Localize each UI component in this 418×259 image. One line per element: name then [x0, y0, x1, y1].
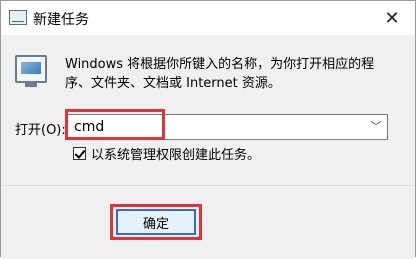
- close-icon: ✕: [384, 7, 400, 29]
- ok-button[interactable]: 确定: [116, 209, 196, 235]
- open-input-value[interactable]: cmd: [74, 119, 104, 135]
- chevron-down-icon[interactable]: ﹀: [369, 119, 383, 133]
- admin-checkbox[interactable]: [73, 147, 86, 160]
- dialog-footer: [1, 185, 415, 259]
- task-manager-icon: [9, 10, 27, 25]
- description-text: Windows 将根据你所键入的名称，为你打开相应的程序、文件夹、文档或 Int…: [65, 57, 375, 91]
- open-combobox[interactable]: cmd ﹀: [67, 114, 388, 140]
- run-dialog: 新建任务 ✕ Windows 将根据你所键入的名称，为你打开相应的程序、文件夹、…: [0, 0, 416, 259]
- title-bar: 新建任务 ✕: [1, 1, 415, 35]
- admin-checkbox-label: 以系统管理权限创建此任务。: [91, 148, 261, 163]
- run-program-icon: [15, 55, 47, 87]
- open-label: 打开(O):: [15, 123, 66, 138]
- ok-button-label: 确定: [142, 216, 169, 232]
- window-title: 新建任务: [33, 12, 89, 28]
- admin-checkbox-row[interactable]: 以系统管理权限创建此任务。: [73, 144, 260, 163]
- close-button[interactable]: ✕: [369, 1, 415, 35]
